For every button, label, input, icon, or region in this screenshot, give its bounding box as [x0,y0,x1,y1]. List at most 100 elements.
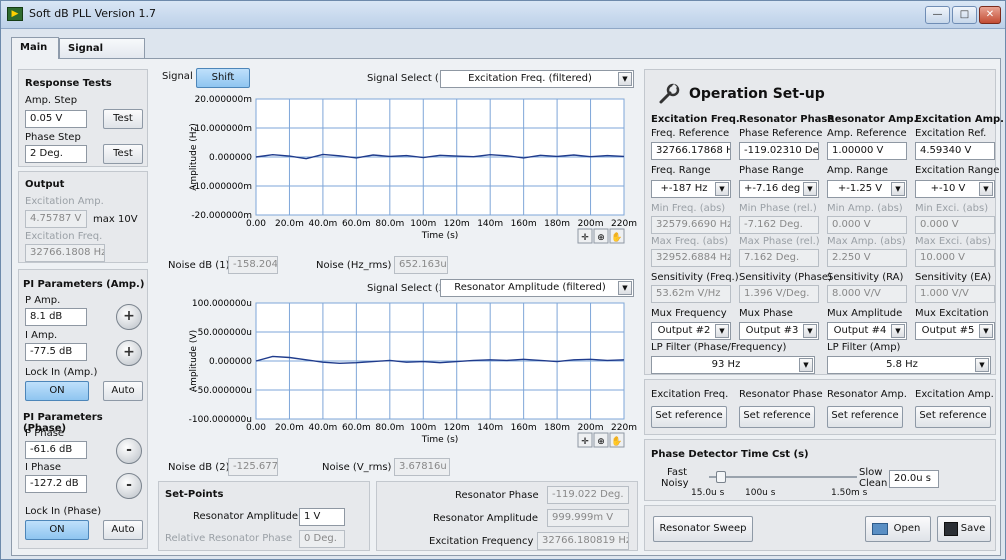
exc-freq-readout-label: Excitation Frequency [429,536,534,547]
op-col1-min-value: -7.162 Deg. [739,216,819,234]
op-col1-mux-value[interactable]: Output #3 ▼ [739,322,819,340]
y-tick-label: -20.000000m [191,211,252,221]
phase-detector-panel: Phase Detector Time Cst (s) Fast Noisy S… [644,439,996,501]
op-col1-ref-value[interactable]: -119.02310 Deg. [739,142,819,160]
op-col3-range-value[interactable]: +-10 V ▼ [915,180,995,198]
chevron-down-icon: ▼ [803,182,817,196]
phase-detector-title: Phase Detector Time Cst (s) [651,449,809,460]
lp-filter-phase-dropdown[interactable]: 93 Hz ▼ [651,356,815,374]
amp-step-field[interactable]: 0.05 V [25,110,87,128]
resonator-sweep-button[interactable]: Resonator Sweep [653,516,753,542]
zoom-tool-icon[interactable]: ⊕ [593,432,609,448]
lock-in-phase-auto-button[interactable]: Auto [103,520,143,540]
slider-thumb[interactable] [715,471,726,483]
op-col0-min-label: Min Freq. (abs) [651,203,726,214]
op-col2-range-value[interactable]: +-1.25 V ▼ [827,180,907,198]
p-amp-plus-knob[interactable]: + [116,304,142,330]
op-col3-ref-value[interactable]: 4.59340 V [915,142,995,160]
crosshair-tool-icon[interactable]: ✛ [577,432,593,448]
op-col1-max-value: 7.162 Deg. [739,249,819,267]
open-button[interactable]: Open [865,516,931,542]
op-col0-mux-value[interactable]: Output #2 ▼ [651,322,731,340]
op-col1-range-value[interactable]: +-7.16 deg ▼ [739,180,819,198]
op-col3-mux-label: Mux Excitation [915,308,989,319]
i-amp-field[interactable]: -77.5 dB [25,343,87,361]
op-col1-min-label: Min Phase (rel.) [739,203,817,214]
phase-test-button[interactable]: Test [103,144,143,164]
op-col3-sens-label: Sensitivity (EA) [915,272,992,283]
y-tick-label: 20.000000m [195,95,252,105]
i-phase-minus-knob[interactable]: - [116,473,142,499]
max-10v-label: max 10V [93,214,138,225]
maximize-button[interactable]: □ [952,6,977,24]
lp-filter-amp-dropdown[interactable]: 5.8 Hz ▼ [827,356,991,374]
y-tick-label: -100.000000u [189,415,252,425]
chart-1-svg: 20.000000m 10.000000m 0.000000 -10.000000m -… [189,95,637,244]
svg-text:✋: ✋ [611,435,622,447]
op-col0-mux-label: Mux Frequency [651,308,727,319]
i-phase-field[interactable]: -127.2 dB [25,475,87,493]
x-tick-label: 140m [477,219,503,229]
i-amp-plus-knob[interactable]: + [116,340,142,366]
tab-main[interactable]: Main [11,37,59,59]
lock-in-amp-on-button[interactable]: ON [25,381,89,401]
set-reference-exc-freq-button[interactable]: Set reference [651,406,727,428]
exc-freq-readout-value: 32766.180819 Hz [537,532,629,550]
op-col2-ref-value[interactable]: 1.00000 V [827,142,907,160]
chevron-down-icon: ▼ [975,358,989,372]
signal-label: Signal [162,71,193,82]
shift-button[interactable]: Shift [196,68,250,88]
pi-amp-title: PI Parameters (Amp.) [23,279,145,290]
op-col3-mux-value[interactable]: Output #5 ▼ [915,322,995,340]
op-col0-ref-value[interactable]: 32766.17868 Hz [651,142,731,160]
x-tick-label: 140m [477,423,503,433]
p-phase-minus-knob[interactable]: - [116,438,142,464]
x-tick-label: 180m [544,423,570,433]
x-tick-label: 20.0m [275,423,304,433]
save-button[interactable]: Save [937,516,991,542]
time-constant-field[interactable]: 20.0u s [889,470,939,488]
chevron-down-icon: ▼ [799,358,813,372]
res-phase-readout-value: -119.022 Deg. [547,486,629,504]
phase-step-field[interactable]: 2 Deg. [25,145,87,163]
y-tick-label: 50.000000u [198,328,252,338]
p-amp-field[interactable]: 8.1 dB [25,308,87,326]
amp-test-button[interactable]: Test [103,109,143,129]
signal-select-1-dropdown[interactable]: Excitation Freq. (filtered) ▼ [440,70,634,88]
lock-in-phase-on-button[interactable]: ON [25,520,89,540]
minimize-button[interactable]: — [925,6,950,24]
op-col0-range-value[interactable]: +-187 Hz ▼ [651,180,731,198]
time-constant-slider[interactable] [709,471,857,483]
setref-exc-freq-label: Excitation Freq. [651,389,729,400]
x-tick-label: 100m [410,423,436,433]
x-tick-label: 60.0m [342,423,371,433]
p-phase-label: P Phase [25,428,65,439]
x-tick-label: 0.00 [246,423,266,433]
pan-hand-tool-icon[interactable]: ✋ [609,228,625,244]
zoom-tool-icon[interactable]: ⊕ [593,228,609,244]
res-amp-setpoint-field[interactable]: 1 V [299,508,345,526]
crosshair-tool-icon[interactable]: ✛ [577,228,593,244]
pan-hand-tool-icon[interactable]: ✋ [609,432,625,448]
res-amp-readout-value: 999.999m V [547,509,629,527]
x-axis-label: Time (s) [421,231,459,241]
open-label: Open [893,523,921,534]
slider-tick-1: 15.0u s [691,488,725,498]
lock-in-amp-auto-button[interactable]: Auto [103,381,143,401]
p-phase-field[interactable]: -61.6 dB [25,441,87,459]
op-col3-range-value-text: +-10 V [930,183,966,194]
chart-excitation-freq: 20.000000m 10.000000m 0.000000 -10.000000m -… [158,89,638,254]
op-col2-ref-label: Amp. Reference [827,128,907,139]
y-tick-label: 0.000000 [209,357,252,367]
set-reference-exc-amp-button[interactable]: Set reference [915,406,991,428]
chevron-down-icon: ▼ [715,324,729,338]
op-col2-mux-value[interactable]: Output #4 ▼ [827,322,907,340]
exc-freq-value: 32766.1808 Hz [25,244,105,262]
close-button[interactable]: ✕ [979,6,1001,24]
tab-signal-history[interactable]: Signal History [59,38,145,73]
window-title: Soft dB PLL Version 1.7 [29,7,157,20]
set-reference-res-phase-button[interactable]: Set reference [739,406,815,428]
set-reference-res-amp-button[interactable]: Set reference [827,406,903,428]
chart-resonator-amplitude: 100.000000u 50.000000u 0.000000 -50.000000u… [158,293,638,458]
response-tests-panel: Response Tests Amp. Step 0.05 V Test Pha… [18,69,148,167]
